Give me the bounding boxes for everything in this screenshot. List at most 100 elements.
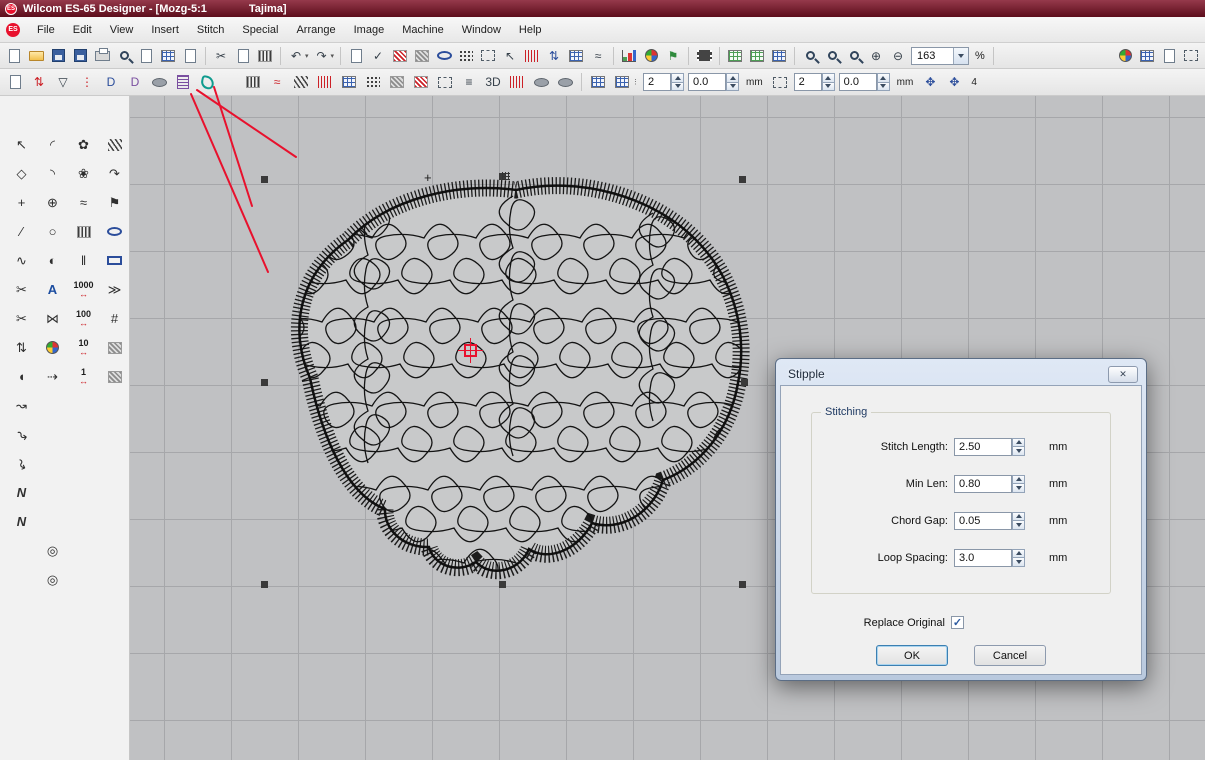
menu-file[interactable]: File (28, 19, 64, 41)
fancy-fill-icon[interactable] (411, 72, 431, 92)
n-curve-red-tool[interactable]: N (9, 509, 35, 535)
selection-handle-e[interactable] (741, 379, 748, 386)
overlap-grid-1-icon[interactable] (725, 46, 745, 66)
menu-edit[interactable]: Edit (64, 19, 101, 41)
grid-major-spinner[interactable]: 2 (643, 73, 684, 91)
undo-icon[interactable]: ↶ (286, 46, 306, 66)
stitch-1-tool[interactable]: 1 ↔ (71, 364, 97, 390)
stitch-chart-icon[interactable] (619, 46, 639, 66)
show-outlines-icon[interactable] (1181, 46, 1201, 66)
spin-up-icon[interactable] (1012, 438, 1025, 448)
hoop-major-value[interactable]: 2 (794, 73, 822, 91)
stitch-grid-icon[interactable] (566, 46, 586, 66)
grid-toggle-icon[interactable] (588, 72, 608, 92)
hatch-fill-tool[interactable] (102, 132, 128, 158)
zoom-1to1-icon[interactable] (844, 46, 864, 66)
flag-icon[interactable]: ⚑ (663, 46, 683, 66)
target-pink-tool[interactable]: ◎ (40, 538, 66, 564)
save-all-icon[interactable] (70, 46, 90, 66)
selection-handle-s[interactable] (499, 581, 506, 588)
ellipse-tool[interactable] (102, 219, 128, 245)
grid-options-icon[interactable]: ⋮ (632, 78, 639, 86)
cancel-button[interactable]: Cancel (974, 645, 1046, 666)
menu-special[interactable]: Special (233, 19, 287, 41)
freehand-tool[interactable]: ∿ (9, 248, 35, 274)
grid-spacing-spinner[interactable]: 0.0 (688, 73, 739, 91)
knife-tool[interactable]: ∕ (9, 219, 35, 245)
needle-column-tool[interactable]: ‖ (71, 248, 97, 274)
spin-up-icon[interactable] (671, 73, 684, 83)
rectangle-tool[interactable] (102, 248, 128, 274)
reshape-tool[interactable]: ◇ (9, 161, 35, 187)
run-stitch-tool[interactable]: ≫ (102, 277, 128, 303)
menu-image[interactable]: Image (345, 19, 394, 41)
menu-insert[interactable]: Insert (142, 19, 188, 41)
menu-arrange[interactable]: Arrange (287, 19, 344, 41)
undo-dropdown-icon[interactable]: ▾ (305, 52, 309, 60)
menu-stitch[interactable]: Stitch (188, 19, 234, 41)
menu-view[interactable]: View (101, 19, 143, 41)
flip-tool[interactable]: ⇅ (9, 335, 35, 361)
system-menu-icon[interactable]: ES (6, 23, 20, 37)
grid-snap-icon[interactable] (612, 72, 632, 92)
spin-up-icon[interactable] (877, 73, 890, 83)
zoom-out-icon[interactable]: ⊖ (888, 46, 908, 66)
spin-down-icon[interactable] (726, 83, 739, 92)
replace-original-checkbox[interactable]: ✓ (951, 616, 964, 629)
paste-icon[interactable] (255, 46, 275, 66)
overlap-grid-2-icon[interactable] (747, 46, 767, 66)
needle-insert-icon[interactable]: ⇅ (29, 72, 49, 92)
menu-window[interactable]: Window (453, 19, 510, 41)
n-curve-tool[interactable]: N (9, 480, 35, 506)
ellipse-filled-icon[interactable] (149, 72, 169, 92)
lettering-tool[interactable]: A (40, 277, 66, 303)
new-design-icon[interactable] (4, 46, 24, 66)
selection-handle-sw[interactable] (261, 581, 268, 588)
pattern-stamp-icon[interactable] (769, 46, 789, 66)
zigzag-run-tool[interactable]: ≈ (71, 190, 97, 216)
spin-up-icon[interactable] (822, 73, 835, 83)
input-a-tool[interactable]: ◝ (40, 161, 66, 187)
spin-up-icon[interactable] (1012, 549, 1025, 559)
show-functions-icon[interactable] (1159, 46, 1179, 66)
stitch-arrow-2-tool[interactable]: ↝ (3, 416, 39, 452)
hoop-spacing-spinner[interactable]: 0.0 (839, 73, 890, 91)
stipple-dots-icon[interactable] (456, 46, 476, 66)
close-icon[interactable]: ✕ (1108, 366, 1138, 383)
stitch-angles-icon[interactable]: ≡ (459, 72, 479, 92)
zoom-in-icon[interactable]: ⊕ (866, 46, 886, 66)
measure-tool[interactable]: + (9, 190, 35, 216)
stitch-100-tool[interactable]: 100 ↔ (71, 306, 97, 332)
underlay-icon[interactable] (531, 72, 551, 92)
move-hoop-icon[interactable]: ✥ (944, 72, 964, 92)
stipple-outline-icon[interactable] (197, 72, 217, 92)
design-properties-icon[interactable] (180, 46, 200, 66)
spin-up-icon[interactable] (726, 73, 739, 83)
zoom-combo-dropdown-icon[interactable] (953, 48, 968, 64)
spin-down-icon[interactable] (822, 83, 835, 92)
zoom-box-icon[interactable] (800, 46, 820, 66)
curve-tool[interactable]: ↷ (102, 161, 128, 187)
color-wheel-tool[interactable] (40, 335, 66, 361)
stitch-entry-marker[interactable] (464, 344, 477, 357)
stipple-dialog-titlebar[interactable]: Stipple ✕ (780, 363, 1142, 385)
needle-point-icon[interactable]: ⇅ (544, 46, 564, 66)
loop-spacing-input[interactable] (954, 549, 1012, 567)
brain-stipple-design[interactable] (248, 168, 760, 596)
flag-tool[interactable]: ⚑ (102, 190, 128, 216)
stipple-run-icon[interactable] (173, 72, 193, 92)
stitch-1000-tool[interactable]: 1000 ↔ (71, 277, 97, 303)
stitch-length-input[interactable] (954, 438, 1012, 456)
grid-spacing-value[interactable]: 0.0 (688, 73, 726, 91)
grid-major-value[interactable]: 2 (643, 73, 671, 91)
drop-shape-outline-icon[interactable]: D (101, 72, 121, 92)
save-design-icon[interactable] (48, 46, 68, 66)
stitch-hatch-red-icon[interactable] (390, 46, 410, 66)
export-machine-file-icon[interactable] (136, 46, 156, 66)
globe-tool[interactable]: ⊕ (40, 190, 66, 216)
copy-icon[interactable] (233, 46, 253, 66)
selection-handle-ne[interactable] (739, 176, 746, 183)
needles-tool[interactable]: # (102, 306, 128, 332)
stitch-arrow-3-tool[interactable]: ↝ (4, 446, 39, 481)
ok-button[interactable]: OK (876, 645, 948, 666)
